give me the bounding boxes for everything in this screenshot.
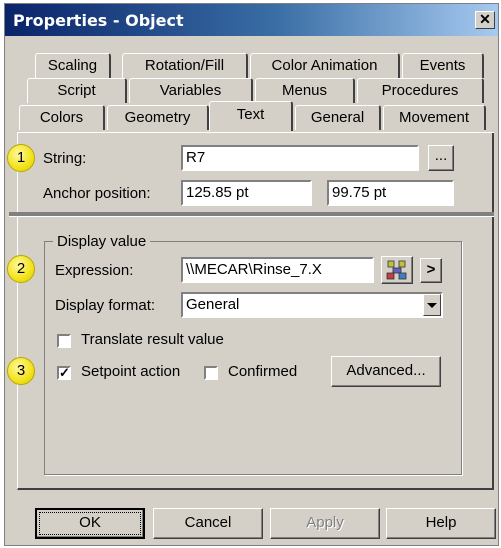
setpoint-action-checkbox[interactable]: ✓ xyxy=(57,366,71,380)
tab-events[interactable]: Events xyxy=(402,53,484,78)
tag-browser-icon xyxy=(386,260,407,280)
ok-button[interactable]: OK xyxy=(35,508,145,539)
close-icon: ✕ xyxy=(479,11,491,27)
string-browse-button[interactable]: ... xyxy=(428,145,454,171)
anchor-position-label: Anchor position: xyxy=(43,185,151,202)
tab-menus[interactable]: Menus xyxy=(255,78,355,103)
window-title: Properties - Object xyxy=(13,11,184,30)
tab-text[interactable]: Text xyxy=(209,101,293,131)
cancel-button[interactable]: Cancel xyxy=(153,508,263,539)
string-input[interactable]: R7 xyxy=(181,145,419,171)
string-label: String: xyxy=(43,150,87,167)
display-format-label: Display format: xyxy=(55,297,156,314)
advanced-button[interactable]: Advanced... xyxy=(331,356,441,387)
display-format-value: General xyxy=(186,296,240,313)
translate-result-checkbox[interactable] xyxy=(57,334,71,348)
callout-badge-3: 3 xyxy=(7,357,35,385)
apply-button[interactable]: Apply xyxy=(270,508,380,539)
section-separator xyxy=(9,212,494,217)
tab-rotation-fill[interactable]: Rotation/Fill xyxy=(122,53,248,78)
chevron-down-icon[interactable] xyxy=(423,294,441,316)
tab-colors[interactable]: Colors xyxy=(19,105,105,130)
tab-panel-top-edge xyxy=(17,132,494,133)
callout-badge-2: 2 xyxy=(7,255,35,283)
properties-dialog: Properties - Object ✕ Scaling Rotation/F… xyxy=(4,3,499,546)
confirmed-label: Confirmed xyxy=(228,363,298,380)
tab-variables[interactable]: Variables xyxy=(129,78,253,103)
display-value-group-label: Display value xyxy=(53,233,151,250)
expression-input[interactable]: \\MECAR\Rinse_7.X xyxy=(181,257,374,283)
display-format-select[interactable]: General xyxy=(181,292,443,318)
expression-arrow-button[interactable]: > xyxy=(420,258,442,283)
callout-badge-1: 1 xyxy=(7,144,35,172)
confirmed-checkbox[interactable] xyxy=(204,366,218,380)
tab-procedures[interactable]: Procedures xyxy=(357,78,484,103)
tab-general[interactable]: General xyxy=(295,105,381,130)
anchor-x-input[interactable]: 125.85 pt xyxy=(181,180,312,206)
tab-movement[interactable]: Movement xyxy=(383,105,486,130)
help-button[interactable]: Help xyxy=(386,508,496,539)
translate-result-label: Translate result value xyxy=(81,331,224,348)
setpoint-action-label: Setpoint action xyxy=(81,363,181,380)
close-button[interactable]: ✕ xyxy=(475,11,495,29)
tab-color-animation[interactable]: Color Animation xyxy=(250,53,400,78)
tag-browser-button[interactable] xyxy=(381,256,413,284)
expression-label: Expression: xyxy=(55,262,134,279)
checkmark-icon: ✓ xyxy=(59,365,70,380)
anchor-y-input[interactable]: 99.75 pt xyxy=(327,180,454,206)
tab-scaling[interactable]: Scaling xyxy=(35,53,111,78)
tab-script[interactable]: Script xyxy=(27,78,127,103)
title-bar: Properties - Object ✕ xyxy=(5,4,498,36)
tab-geometry[interactable]: Geometry xyxy=(107,105,209,130)
